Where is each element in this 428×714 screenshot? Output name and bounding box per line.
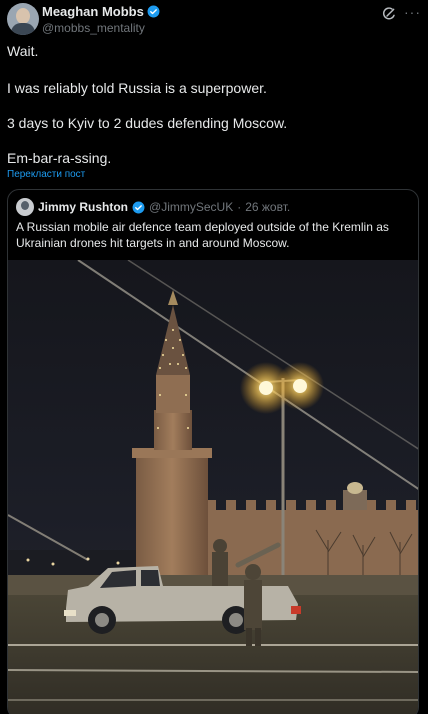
quoted-text: A Russian mobile air defence team deploy… [16, 220, 389, 250]
author-display-name[interactable]: Meaghan Mobbs [42, 4, 144, 19]
author-name-row[interactable]: Meaghan Mobbs [42, 4, 160, 19]
quoted-header: Jimmy Rushton @JimmySecUK · 26 жовт. [16, 198, 290, 216]
tweet-line-2: I was reliably told Russia is a superpow… [7, 80, 267, 96]
kremlin-night-photo[interactable] [8, 260, 419, 714]
quoted-tweet[interactable]: Jimmy Rushton @JimmySecUK · 26 жовт. A R… [7, 189, 419, 714]
verified-badge-icon [132, 201, 145, 213]
more-icon[interactable]: ··· [404, 4, 421, 20]
verified-badge-icon [147, 5, 160, 18]
quoted-separator: · [237, 200, 242, 214]
tweet-line-4: Em-bar-ra-ssing. [7, 150, 112, 166]
quoted-avatar [16, 198, 34, 216]
author-handle[interactable]: @mobbs_mentality [42, 21, 145, 35]
grok-icon[interactable] [381, 6, 397, 22]
tweet-line-1: Wait. [7, 43, 39, 59]
avatar-face [16, 8, 30, 24]
translate-post-link[interactable]: Перекласти пост [7, 169, 85, 180]
quoted-handle: @JimmySecUK [149, 200, 234, 214]
tweet-header: Meaghan Mobbs @mobbs_mentality ··· [7, 3, 421, 37]
tweet-line-3: 3 days to Kyiv to 2 dudes defending Mosc… [7, 115, 288, 131]
quoted-display-name: Jimmy Rushton [38, 200, 129, 214]
avatar-body [11, 23, 35, 35]
quoted-date: 26 жовт. [245, 200, 291, 214]
author-avatar[interactable] [7, 3, 39, 35]
